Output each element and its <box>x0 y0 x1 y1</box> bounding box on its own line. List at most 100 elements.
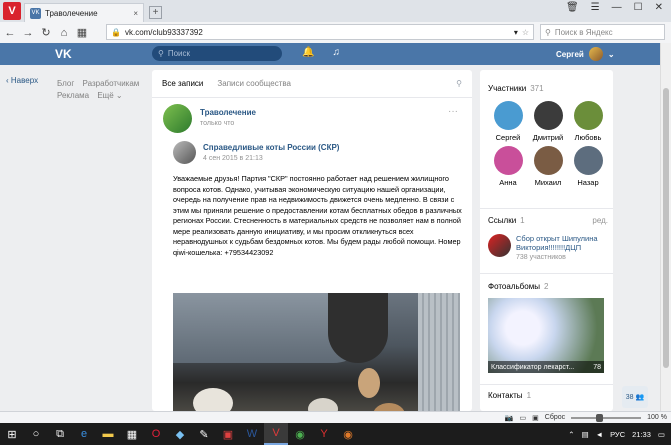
yandex-icon[interactable]: Y <box>312 423 336 445</box>
reload-icon[interactable]: ↻ <box>40 26 52 39</box>
zoom-slider[interactable] <box>571 413 642 422</box>
contacts-block: Контакты 1 <box>488 391 531 400</box>
store-icon[interactable]: ▦ <box>120 423 144 445</box>
repost-author-avatar[interactable] <box>173 141 196 164</box>
photo-cat-shape <box>358 368 380 398</box>
chat-badge[interactable]: 38 👥 <box>622 386 648 408</box>
clock[interactable]: 21:33 <box>632 430 651 439</box>
post-author[interactable]: Траволечение <box>200 108 256 117</box>
links-block: Ссылки 1 ред. Сбор открыт Шипулина Викто… <box>488 216 608 261</box>
back-to-top-link[interactable]: ‹ Наверх <box>6 76 38 85</box>
windows-start-icon[interactable]: ⊞ <box>0 423 24 445</box>
member-item[interactable]: Сергей <box>488 101 528 142</box>
member-item[interactable]: Михаил <box>528 146 568 187</box>
link-item[interactable]: Сбор открыт Шипулина Виктория!!!!!!!!ДЦП… <box>488 234 608 261</box>
forward-icon[interactable]: → <box>22 27 34 39</box>
dropdown-icon[interactable]: ▾ <box>514 28 518 37</box>
volume-icon[interactable]: ◄ <box>596 430 603 439</box>
language-indicator[interactable]: РУС <box>610 430 625 439</box>
post-author-avatar[interactable] <box>163 104 192 133</box>
links-count: 1 <box>520 216 525 225</box>
trash-icon[interactable]: 🗑 <box>566 2 579 13</box>
link-blog[interactable]: Блог <box>57 79 74 88</box>
tab-all-posts[interactable]: Все записи <box>162 79 203 88</box>
vk-search-input[interactable]: ⚲ Поиск <box>152 46 282 61</box>
address-bar[interactable]: 🔒 vk.com/club93337392 ▾ ☆ <box>106 24 534 40</box>
firefox-icon[interactable]: ◉ <box>336 423 360 445</box>
chrome-icon[interactable]: ◉ <box>288 423 312 445</box>
tab-community-posts[interactable]: Записи сообщества <box>217 79 291 88</box>
images-icon[interactable]: ▣ <box>532 414 539 422</box>
member-item[interactable]: Анна <box>488 146 528 187</box>
links-edit-link[interactable]: ред. <box>592 216 608 225</box>
home-icon[interactable]: ⌂ <box>58 27 70 39</box>
search-icon[interactable]: ⚲ <box>456 79 462 88</box>
link-title[interactable]: Сбор открыт Шипулина Виктория!!!!!!!!ДЦП <box>516 234 608 252</box>
chevron-up-icon[interactable]: ⌃ <box>568 430 574 439</box>
chat-count: 38 <box>625 393 634 401</box>
repost-photo[interactable] <box>173 293 460 411</box>
link-developers[interactable]: Разработчикам <box>83 79 140 88</box>
link-more[interactable]: Ещё ⌄ <box>97 91 122 100</box>
lock-icon: 🔒 <box>111 27 121 37</box>
album-cover[interactable]: Классификатор лекарст... 78 <box>488 298 604 373</box>
search-icon[interactable]: ○ <box>24 423 48 445</box>
tile-icon[interactable]: ▭ <box>520 414 527 422</box>
star-icon[interactable]: ☆ <box>522 28 529 37</box>
new-tab-button[interactable]: + <box>149 6 162 19</box>
browser-logo[interactable]: V <box>3 2 21 20</box>
url-text[interactable]: vk.com/club93337392 <box>125 28 510 37</box>
contacts-title: Контакты <box>488 391 523 400</box>
scrollbar-thumb[interactable] <box>663 88 669 368</box>
vk-header: VK ⚲ Поиск 🔔 ♫ Сергей ⌄ <box>0 43 660 65</box>
photo-cat-shape <box>308 398 338 411</box>
tab-close-icon[interactable]: × <box>133 9 138 18</box>
browser-search-placeholder: Поиск в Яндекс <box>554 27 613 37</box>
members-block: Участники 371 Сергей Дмитрий Любовь Анна Мих… <box>488 84 608 187</box>
menu-icon[interactable]: ☰ <box>591 2 600 13</box>
back-icon[interactable]: ← <box>4 27 16 39</box>
members-header[interactable]: Участники 371 <box>488 84 608 93</box>
notifications-icon[interactable]: ▭ <box>658 430 665 439</box>
post-time[interactable]: только что <box>200 120 234 127</box>
browser-search-input[interactable]: ⚲ Поиск в Яндекс <box>540 24 665 40</box>
close-window-icon[interactable]: ✕ <box>655 2 663 13</box>
zoom-slider-knob[interactable] <box>596 413 604 422</box>
browser-tab[interactable]: VK Траволечение × <box>24 3 144 22</box>
repost-time[interactable]: 4 сен 2015 в 21:13 <box>203 155 263 162</box>
word-icon[interactable]: W <box>240 423 264 445</box>
camera-icon[interactable]: 📷 <box>505 414 514 422</box>
link-ads[interactable]: Реклама <box>57 91 89 100</box>
network-icon[interactable]: ▤ <box>582 430 589 439</box>
maximize-icon[interactable]: ☐ <box>634 2 643 13</box>
left-links: Блог Разработчикам Реклама Ещё ⌄ <box>57 78 147 102</box>
reset-zoom-button[interactable]: Сброс <box>545 414 565 421</box>
vivaldi-icon[interactable]: V <box>264 423 288 445</box>
minimize-icon[interactable]: — <box>612 2 622 13</box>
pdf-icon[interactable]: ▣ <box>216 423 240 445</box>
albums-header[interactable]: Фотоальбомы 2 <box>488 282 608 291</box>
contacts-header[interactable]: Контакты 1 <box>488 391 531 400</box>
member-item[interactable]: Дмитрий <box>528 101 568 142</box>
opera-icon[interactable]: O <box>144 423 168 445</box>
task-view-icon[interactable]: ⧉ <box>48 423 72 445</box>
vk-logo[interactable]: VK <box>55 47 72 61</box>
links-title: Ссылки <box>488 216 517 225</box>
repost-author[interactable]: Справедливые коты России (СКР) <box>203 143 339 152</box>
member-item[interactable]: Любовь <box>568 101 608 142</box>
music-icon[interactable]: ♫ <box>332 47 340 58</box>
member-avatar <box>533 146 563 175</box>
albums-title: Фотоальбомы <box>488 282 540 291</box>
links-header[interactable]: Ссылки 1 <box>488 216 608 225</box>
more-options-icon[interactable]: ··· <box>448 106 458 117</box>
paint-icon[interactable]: ✎ <box>192 423 216 445</box>
file-explorer-icon[interactable]: ▬ <box>96 423 120 445</box>
app-icon[interactable]: ◆ <box>168 423 192 445</box>
page-scrollbar[interactable] <box>660 43 671 411</box>
bookmarks-icon[interactable]: ▦ <box>76 26 88 39</box>
notifications-icon[interactable]: 🔔 <box>302 47 314 58</box>
member-item[interactable]: Назар <box>568 146 608 187</box>
user-menu[interactable]: Сергей ⌄ <box>556 47 615 61</box>
edge-browser-icon[interactable]: e <box>72 423 96 445</box>
divider <box>480 208 613 209</box>
